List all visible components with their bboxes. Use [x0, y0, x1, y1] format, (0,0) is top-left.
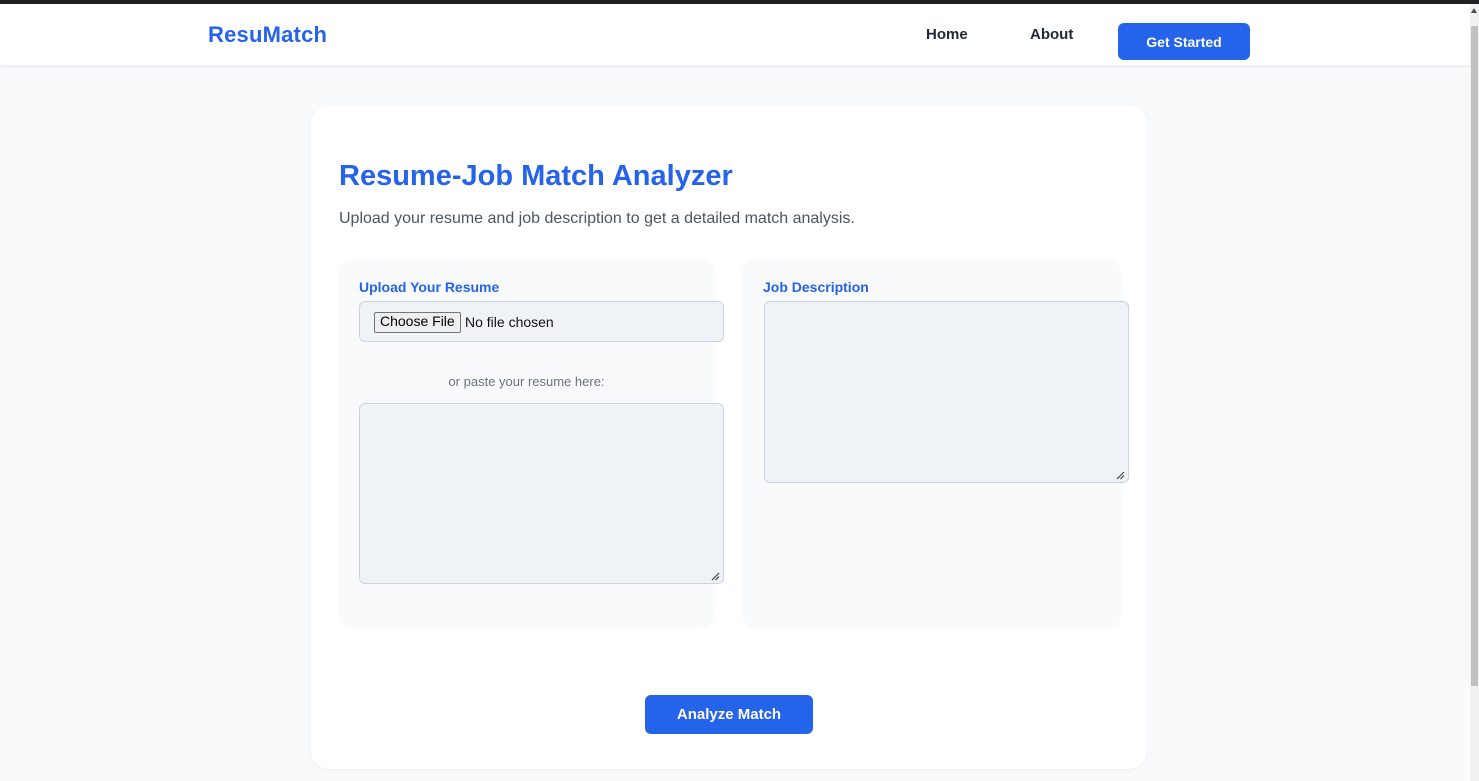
job-description-panel: Job Description: [742, 259, 1129, 628]
page-scrollbar[interactable]: [1470, 4, 1479, 781]
resume-textarea[interactable]: [359, 403, 724, 584]
file-status-text: No file chosen: [465, 314, 554, 330]
resume-panel: Upload Your Resume Choose File No file c…: [338, 259, 724, 628]
paste-resume-label: or paste your resume here:: [448, 374, 605, 389]
page-subtitle: Upload your resume and job description t…: [339, 210, 855, 227]
resize-grip-icon[interactable]: [1115, 470, 1125, 480]
resume-panel-label: Upload Your Resume: [359, 279, 500, 295]
navbar: ResuMatch Home About Get Started: [0, 4, 1470, 66]
job-description-label: Job Description: [763, 279, 869, 295]
nav-link-home[interactable]: Home: [926, 26, 968, 43]
brand-logo[interactable]: ResuMatch: [208, 22, 327, 48]
resume-file-input[interactable]: Choose File No file chosen: [359, 301, 724, 342]
job-description-textarea[interactable]: [764, 301, 1129, 483]
nav-link-about[interactable]: About: [1030, 26, 1073, 43]
choose-file-button[interactable]: Choose File: [374, 312, 461, 333]
scrollbar-thumb[interactable]: [1471, 26, 1478, 686]
get-started-button[interactable]: Get Started: [1118, 23, 1250, 60]
analyzer-card: Resume-Job Match Analyzer Upload your re…: [311, 106, 1147, 769]
resize-grip-icon[interactable]: [710, 571, 720, 581]
analyze-match-button[interactable]: Analyze Match: [645, 695, 813, 734]
page-title: Resume-Job Match Analyzer: [339, 160, 733, 192]
scroll-up-arrow-icon[interactable]: [1471, 8, 1477, 13]
